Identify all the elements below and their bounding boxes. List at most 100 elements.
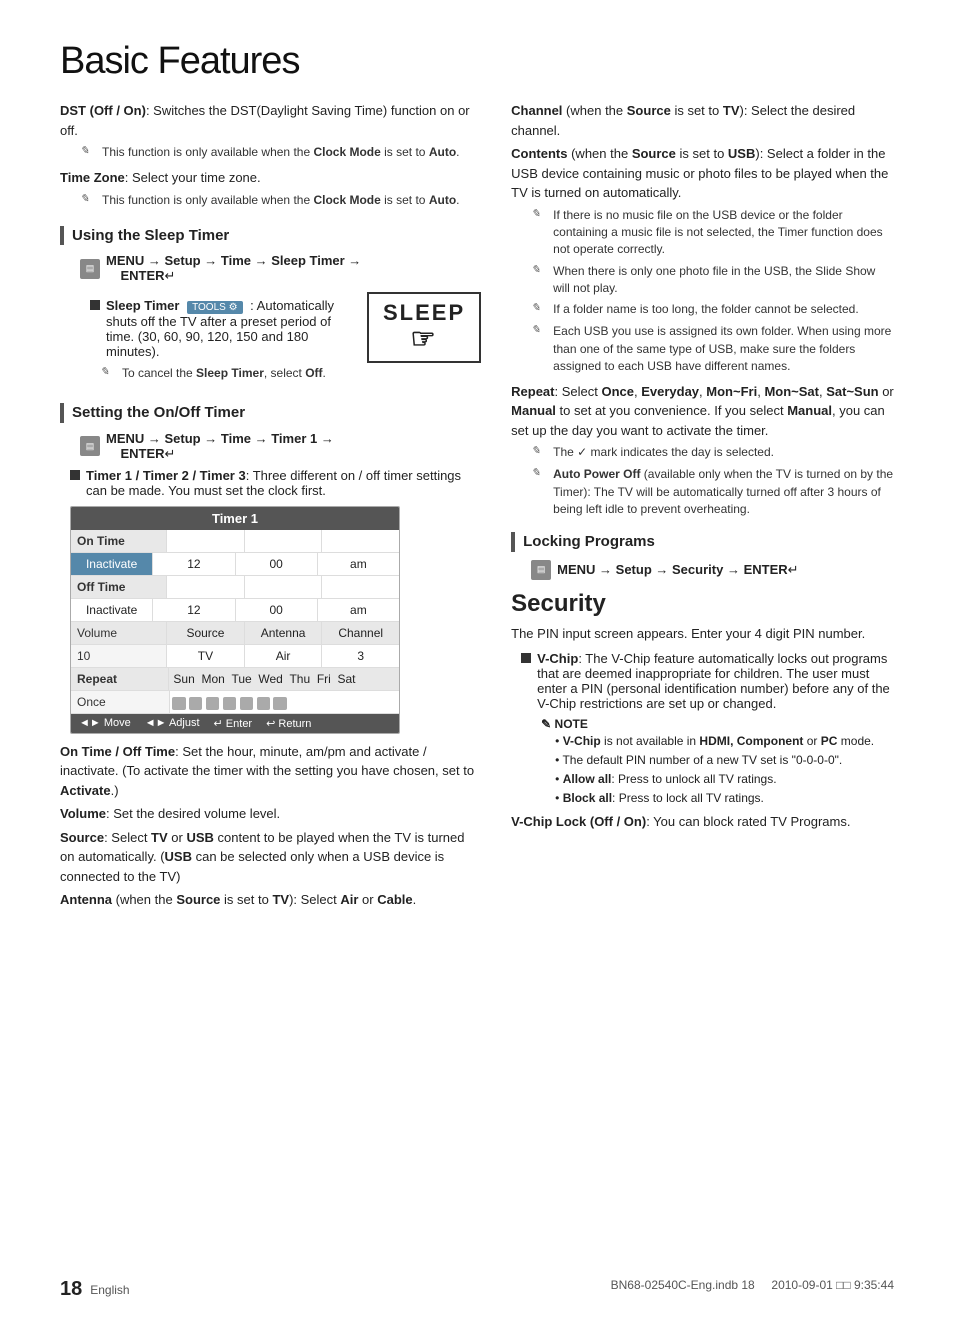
footer-lang: English [90, 1283, 129, 1297]
day-sat [273, 697, 287, 710]
day-wed [223, 697, 237, 710]
ontimer-menu-line: ▤ MENU → Setup → Time → Timer 1 → ENTER↵ [80, 431, 481, 462]
timer-bullet-row: Timer 1 / Timer 2 / Timer 3: Three diffe… [70, 468, 481, 498]
repeat-label: Repeat [511, 384, 554, 399]
timer-table: Timer 1 On Time Inactivate 12 00 am Off … [70, 506, 400, 734]
sleep-section-heading: Using the Sleep Timer [60, 226, 481, 246]
usb-note3-text: If a folder name is too long, the folder… [553, 301, 859, 318]
usb-note4-text: Each USB you use is assigned its own fol… [553, 323, 894, 375]
repeat-day-boxes [170, 691, 399, 713]
sleep-box-label: SLEEP ☞ [367, 292, 481, 363]
sleep-menu-line: ▤ MENU → Setup → Time → Sleep Timer → EN… [80, 253, 481, 284]
footer-date-text: 2010-09-01 □□ 9:35:44 [771, 1278, 894, 1292]
note-icon9: ✎ [531, 466, 549, 484]
dst-label: DST (Off / On) [60, 103, 146, 118]
on-time-label: On Time [71, 530, 167, 552]
timer-nav-bar: ◄► Move ◄► Adjust ↵ Enter ↩ Return [71, 714, 399, 733]
on-hour: 12 [153, 553, 235, 575]
note-bullet2: • The default PIN number of a new TV set… [555, 752, 894, 769]
usb-note1-text: If there is no music file on the USB dev… [553, 207, 894, 259]
usb-note2: ✎ When there is only one photo file in t… [531, 263, 894, 298]
footer-file-text: BN68-02540C-Eng.indb 18 [611, 1278, 755, 1292]
channel-para: Channel (when the Source is set to TV): … [511, 101, 894, 140]
nav-move: ◄► Move [79, 717, 131, 730]
note-icon8: ✎ [531, 444, 549, 462]
usb-note2-text: When there is only one photo file in the… [553, 263, 894, 298]
timer-table-title: Timer 1 [71, 507, 399, 530]
note-pencil-icon3: ✎ [100, 365, 118, 383]
dst-note-text: This function is only available when the… [102, 144, 460, 161]
sleep-cancel-text: To cancel the Sleep Timer, select Off. [122, 365, 326, 382]
source-label: Source [60, 830, 104, 845]
footer: 18 English BN68-02540C-Eng.indb 18 2010-… [0, 1278, 954, 1301]
vchip-text: V-Chip: The V-Chip feature automatically… [537, 651, 894, 711]
note-bullet1: • V-Chip is not available in HDMI, Compo… [555, 733, 894, 750]
autopower-note-row: ✎ Auto Power Off (available only when th… [531, 466, 894, 518]
menu-icon: ▤ [80, 259, 100, 279]
sleep-hand-icon: ☞ [411, 322, 438, 355]
autopower-text: Auto Power Off (available only when the … [553, 466, 894, 518]
repeat-label-cell: Repeat [71, 668, 169, 690]
off-hour: 12 [153, 599, 235, 621]
contents-label: Contents [511, 146, 567, 161]
note-bullet4: • Block all: Press to lock all TV rating… [555, 790, 894, 807]
antenna-label: Antenna [60, 892, 112, 907]
left-column: DST (Off / On): Switches the DST(Dayligh… [60, 101, 481, 914]
day-sun [172, 697, 186, 710]
source-label-cell: Source [167, 622, 245, 644]
note-icon5: ✎ [531, 263, 549, 281]
usb-note1: ✎ If there is no music file on the USB d… [531, 207, 894, 259]
ontime-label: On Time / Off Time [60, 744, 175, 759]
repeat-note-row: ✎ The ✓ mark indicates the day is select… [531, 444, 894, 462]
timezone-note-text: This function is only available when the… [102, 192, 460, 209]
timer-repeat-label-row: Repeat Sun Mon Tue Wed Thu Fri Sat [71, 668, 399, 691]
footer-file: BN68-02540C-Eng.indb 18 2010-09-01 □□ 9:… [611, 1278, 894, 1301]
timer-offtime-value-row: Inactivate 12 00 am [71, 599, 399, 622]
sleep-cancel-note: ✎ To cancel the Sleep Timer, select Off. [100, 365, 357, 383]
antenna-val: Air [245, 645, 323, 667]
channel-label-cell: Channel [322, 622, 399, 644]
off-time-label: Off Time [71, 576, 167, 598]
timezone-label: Time Zone [60, 170, 125, 185]
day-mon [189, 697, 203, 710]
security-title: Security [511, 590, 894, 618]
note-pencil-icon2: ✎ [80, 192, 98, 210]
day-thu [240, 697, 254, 710]
antenna-para: Antenna (when the Source is set to TV): … [60, 890, 481, 910]
volume-label-cell: Volume [71, 622, 167, 644]
timer-repeat-value-row: Once [71, 691, 399, 714]
channel-val: 3 [322, 645, 399, 667]
timezone-paragraph: Time Zone: Select your time zone. [60, 168, 481, 188]
on-time-empty2 [245, 530, 323, 552]
on-ampm: am [318, 553, 399, 575]
off-min: 00 [236, 599, 318, 621]
timer-vsac-label-row: Volume Source Antenna Channel [71, 622, 399, 645]
vchip-lock-para: V-Chip Lock (Off / On): You can block ra… [511, 812, 894, 832]
nav-enter: ↵ Enter [214, 717, 253, 730]
volume-label: Volume [60, 806, 106, 821]
vchip-lock-label: V-Chip Lock (Off / On) [511, 814, 646, 829]
note-icon6: ✎ [531, 301, 549, 319]
bullet-square-icon3 [521, 653, 531, 663]
timezone-note-row: ✎ This function is only available when t… [80, 192, 481, 210]
sleep-bullet-row: Sleep Timer TOOLS ⚙ : Automatically shut… [90, 298, 357, 359]
locking-menu-text: MENU → Setup → Security → ENTER↵ [557, 562, 798, 578]
source-val: TV [167, 645, 245, 667]
locking-section-heading: Locking Programs [511, 532, 894, 552]
right-column: Channel (when the Source is set to TV): … [511, 101, 894, 914]
repeat-note-text: The ✓ mark indicates the day is selected… [553, 444, 774, 461]
on-time-empty3 [322, 530, 399, 552]
timezone-text: : Select your time zone. [125, 170, 261, 185]
on-time-empty1 [167, 530, 245, 552]
tools-badge: TOOLS ⚙ [187, 301, 242, 314]
off-time-empty2 [245, 576, 323, 598]
repeat-para: Repeat: Select Once, Everyday, Mon~Fri, … [511, 382, 894, 441]
off-time-empty3 [322, 576, 399, 598]
page: Basic Features DST (Off / On): Switches … [0, 0, 954, 1321]
page-title: Basic Features [60, 40, 894, 83]
on-inactivate: Inactivate [71, 553, 153, 575]
dst-paragraph: DST (Off / On): Switches the DST(Dayligh… [60, 101, 481, 140]
usb-note3: ✎ If a folder name is too long, the fold… [531, 301, 894, 319]
off-inactivate: Inactivate [71, 599, 153, 621]
note-pencil-icon: ✎ [80, 144, 98, 162]
